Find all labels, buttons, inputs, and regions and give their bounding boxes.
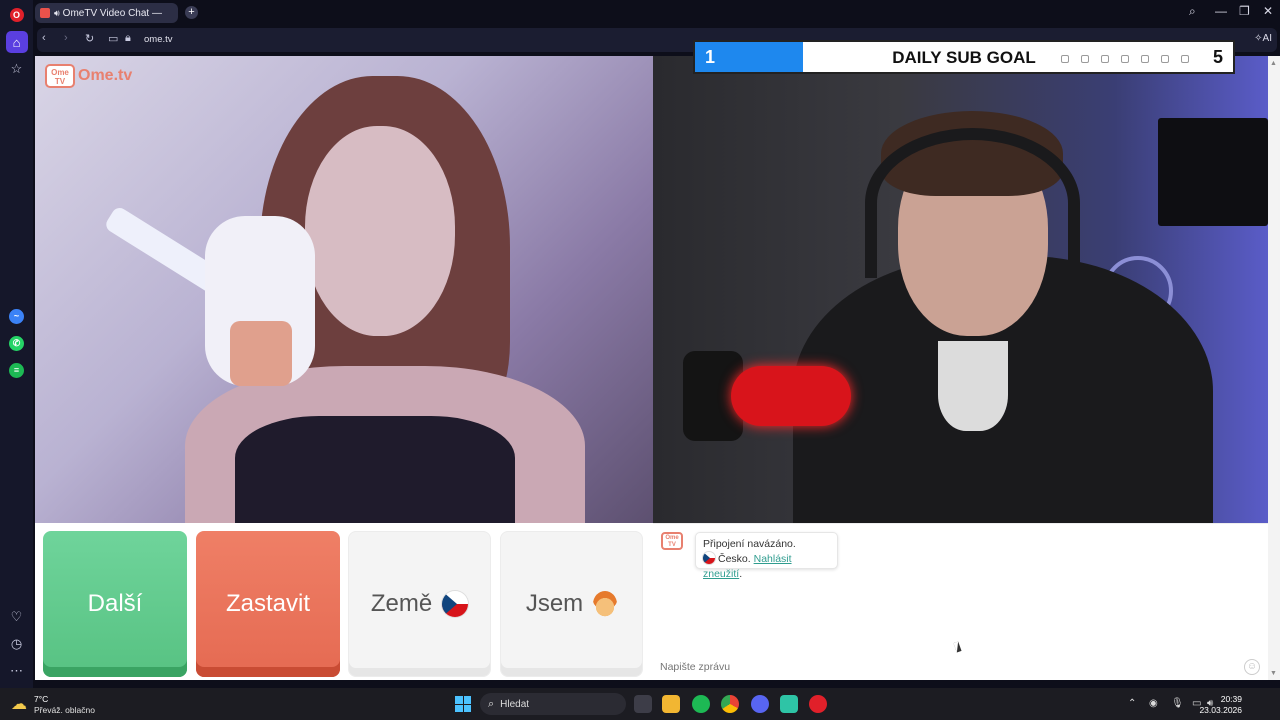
- self-microphone: [731, 366, 851, 426]
- new-tab-button[interactable]: +: [185, 6, 198, 19]
- windows-taskbar: ☁ 7°C Převáž. oblačno ⌕ Hledat ⌃ ◉ 🎙︎ ▭ …: [0, 688, 1280, 720]
- extension-icon[interactable]: [1061, 55, 1069, 63]
- tab-strip: 🔊︎ OmeTV Video Chat — + ⌕ — ❐ ✕: [33, 0, 1280, 26]
- next-label: Další: [87, 590, 143, 617]
- chrome-icon[interactable]: [721, 695, 739, 713]
- extension-icon[interactable]: [1121, 55, 1129, 63]
- chat-country: Česko.: [718, 553, 751, 565]
- extension-icon[interactable]: [1081, 55, 1089, 63]
- stop-label: Zastavit: [225, 590, 311, 617]
- ometv-page: Ome TV Ome.tv Další Zastavit Země Jsem O…: [35, 56, 1268, 680]
- sub-goal-target: 5: [1212, 47, 1223, 67]
- ai-button[interactable]: ✧AI: [1254, 33, 1272, 44]
- task-view-icon[interactable]: [634, 695, 652, 713]
- taskbar-search[interactable]: ⌕ Hledat: [480, 693, 626, 715]
- system-message: Připojení navázáno. Česko. Nahlásit zneu…: [695, 532, 838, 580]
- back-icon[interactable]: ‹: [42, 32, 46, 44]
- speaker-icon[interactable]: 🔊︎: [54, 8, 60, 19]
- extension-icon[interactable]: [1141, 55, 1149, 63]
- browser-sidebar: O ⌂ ☆ ~ ✆ ≡ ♡ ◷ ⋯: [0, 0, 33, 688]
- chat-panel: Ome TV Připojení navázáno. Česko. Nahlás…: [653, 523, 1268, 680]
- country-button[interactable]: Země: [348, 531, 491, 677]
- spotify-icon[interactable]: [692, 695, 710, 713]
- self-video: [653, 56, 1268, 523]
- weather-cloud-icon[interactable]: ☁: [11, 694, 27, 714]
- gender-label: Jsem: [525, 590, 584, 617]
- search-tabs-icon[interactable]: ⌕: [1189, 4, 1196, 19]
- background-monitor: [1158, 118, 1268, 226]
- search-icon: ⌕: [488, 697, 495, 710]
- country-line: Česko. Nahlásit zneužití.: [703, 552, 830, 582]
- minimize-icon[interactable]: —: [1215, 4, 1227, 18]
- weather-temperature[interactable]: 7°C: [34, 694, 48, 704]
- file-explorer-icon[interactable]: [662, 695, 680, 713]
- tray-overflow-icon[interactable]: ⌃: [1128, 698, 1136, 709]
- ometv-logo-icon: Ome TV: [45, 64, 75, 88]
- scroll-down-icon[interactable]: ▼: [1270, 670, 1277, 677]
- snapshot-icon[interactable]: ▭: [108, 32, 118, 45]
- connection-status: Připojení navázáno.: [703, 538, 796, 550]
- whatsapp-icon[interactable]: ✆: [6, 332, 28, 354]
- extension-icon[interactable]: [1181, 55, 1189, 63]
- gender-button[interactable]: Jsem: [500, 531, 643, 677]
- emoji-icon[interactable]: ☺: [1244, 659, 1260, 675]
- search-label: Hledat: [500, 698, 530, 710]
- tab-ometv[interactable]: 🔊︎ OmeTV Video Chat —: [35, 3, 178, 23]
- boy-avatar-icon: [593, 591, 618, 617]
- country-label: Země: [370, 590, 433, 617]
- extension-icon[interactable]: [1161, 55, 1169, 63]
- weather-description[interactable]: Převáž. oblačno: [34, 705, 95, 715]
- taskbar-time[interactable]: 20:39: [1221, 694, 1242, 704]
- stranger-top: [235, 416, 515, 523]
- star-icon[interactable]: ☆: [6, 58, 28, 80]
- scroll-up-icon[interactable]: ▲: [1270, 60, 1277, 67]
- opera-icon[interactable]: [809, 695, 827, 713]
- discord-icon[interactable]: [751, 695, 769, 713]
- heart-icon[interactable]: ♡: [6, 606, 28, 628]
- ometv-favicon-icon: [40, 8, 50, 18]
- sub-goal-title: DAILY SUB GOAL: [892, 48, 1036, 67]
- czech-flag-icon: [703, 552, 715, 564]
- ometv-logo: Ome TV Ome.tv: [45, 64, 132, 88]
- tab-title: OmeTV Video Chat —: [62, 7, 162, 19]
- chat-message-input[interactable]: [653, 654, 1268, 680]
- ometv-logo-text: Ome.tv: [78, 67, 133, 84]
- more-icon[interactable]: ⋯: [6, 660, 28, 682]
- forward-icon[interactable]: ›: [64, 32, 68, 44]
- taskbar-date[interactable]: 23.03.2026: [1199, 705, 1242, 715]
- history-icon[interactable]: ◷: [6, 633, 28, 655]
- start-icon[interactable]: [455, 696, 471, 712]
- extension-icon[interactable]: [1101, 55, 1109, 63]
- self-shirt: [938, 341, 1008, 431]
- report-suffix: .: [739, 568, 743, 580]
- stranger-video: Ome TV Ome.tv: [35, 56, 653, 523]
- sub-goal-overlay: 1 DAILY SUB GOAL 5: [693, 40, 1235, 74]
- lock-icon: 🔒︎: [125, 32, 131, 44]
- mouse-cursor-icon: [953, 641, 962, 653]
- next-button[interactable]: Další: [43, 531, 187, 677]
- ometv-chat-logo-icon: Ome TV: [661, 532, 683, 550]
- app-icon[interactable]: [780, 695, 798, 713]
- spotify-icon[interactable]: ≡: [6, 359, 28, 381]
- microphone-grill: [230, 321, 292, 386]
- home-icon[interactable]: ⌂: [5, 31, 28, 53]
- microphone-icon[interactable]: 🎙︎: [1171, 698, 1184, 709]
- close-icon[interactable]: ✕: [1263, 4, 1273, 18]
- restore-icon[interactable]: ❐: [1239, 4, 1250, 18]
- ai-label: AI: [1262, 33, 1272, 44]
- czech-flag-icon: [442, 591, 469, 617]
- stop-button[interactable]: Zastavit: [196, 531, 340, 677]
- messenger-icon[interactable]: ~: [6, 305, 28, 327]
- reload-icon[interactable]: ↻: [85, 32, 94, 45]
- self-headset: [865, 128, 1080, 278]
- network-app-icon[interactable]: ◉: [1149, 698, 1158, 709]
- opera-logo-icon[interactable]: O: [6, 4, 28, 26]
- url-text[interactable]: ome.tv: [144, 34, 173, 45]
- stranger-face: [305, 126, 455, 336]
- page-scrollbar[interactable]: [1268, 56, 1280, 680]
